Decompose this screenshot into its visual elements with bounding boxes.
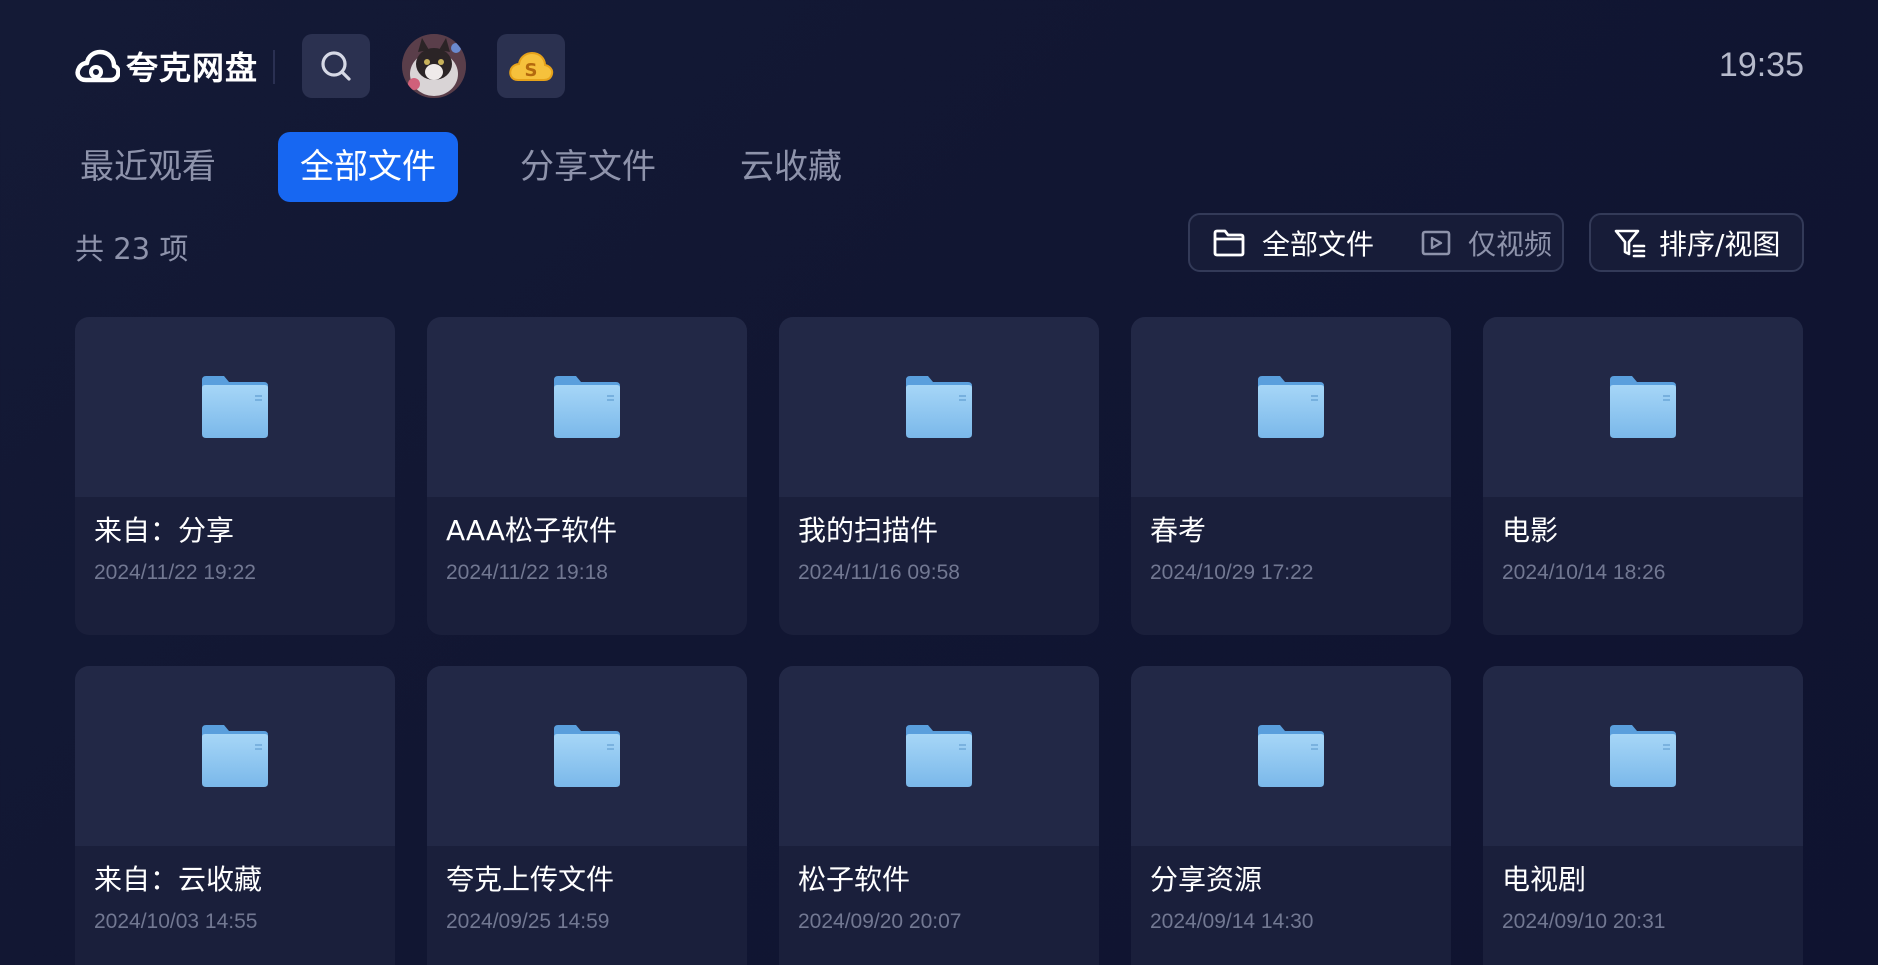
folder-card-3[interactable]: 我的扫描件 2024/11/16 09:58 — [779, 317, 1099, 635]
filter-all-files[interactable]: 全部文件 — [1190, 215, 1408, 270]
folder-icon — [1610, 725, 1676, 787]
file-grid: 来自：分享 2024/11/22 19:22 AAA松子软件 2024/11/2… — [75, 317, 1804, 965]
folder-icon — [906, 725, 972, 787]
folder-date: 2024/11/22 19:18 — [446, 561, 608, 584]
filter-video-label: 仅视频 — [1468, 227, 1553, 261]
folder-card-1[interactable]: 来自：分享 2024/11/22 19:22 — [75, 317, 395, 635]
folder-thumbnail — [779, 666, 1099, 846]
tab-recent[interactable]: 最近观看 — [58, 132, 238, 202]
folder-date: 2024/10/14 18:26 — [1502, 561, 1666, 584]
folder-icon — [906, 376, 972, 438]
folder-card-4[interactable]: 春考 2024/10/29 17:22 — [1131, 317, 1451, 635]
folder-date: 2024/10/03 14:55 — [94, 910, 258, 933]
sort-view-button[interactable]: 排序/视图 — [1589, 213, 1804, 272]
filter-sort-icon — [1614, 229, 1646, 257]
folder-icon — [1258, 725, 1324, 787]
folder-icon — [1258, 376, 1324, 438]
app-name: 夸克网盘 — [126, 49, 259, 87]
folder-thumbnail — [779, 317, 1099, 497]
folder-name: 来自：云收藏 — [94, 863, 263, 896]
folder-outline-icon — [1213, 229, 1245, 256]
app-logo: 夸克网盘 — [74, 44, 258, 88]
folder-thumbnail — [1483, 666, 1803, 846]
folder-card-9[interactable]: 分享资源 2024/09/14 14:30 — [1131, 666, 1451, 965]
cloud-sync-button[interactable]: S — [497, 34, 565, 98]
folder-name: 来自：分享 — [94, 514, 235, 547]
folder-thumbnail — [1131, 317, 1451, 497]
cloud-sync-icon: S — [509, 51, 554, 81]
folder-card-7[interactable]: 夸克上传文件 2024/09/25 14:59 — [427, 666, 747, 965]
folder-date: 2024/10/29 17:22 — [1150, 561, 1314, 584]
folder-card-5[interactable]: 电影 2024/10/14 18:26 — [1483, 317, 1803, 635]
item-count: 共 23 项 — [75, 232, 189, 266]
folder-date: 2024/09/14 14:30 — [1150, 910, 1314, 933]
folder-icon — [202, 725, 268, 787]
folder-name: 电视剧 — [1502, 863, 1587, 896]
folder-date: 2024/11/16 09:58 — [798, 561, 960, 584]
folder-icon — [202, 376, 268, 438]
folder-name: 我的扫描件 — [798, 514, 939, 547]
folder-date: 2024/11/22 19:22 — [94, 561, 256, 584]
video-icon — [1421, 230, 1451, 255]
tab-bar: 最近观看 全部文件 分享文件 云收藏 — [58, 132, 904, 202]
folder-name: 春考 — [1150, 514, 1207, 547]
folder-icon — [554, 725, 620, 787]
folder-thumbnail — [1131, 666, 1451, 846]
sort-view-label: 排序/视图 — [1659, 227, 1781, 261]
search-icon — [321, 51, 351, 81]
folder-date: 2024/09/25 14:59 — [446, 910, 610, 933]
filter-all-files-label: 全部文件 — [1262, 227, 1375, 261]
avatar-image — [402, 34, 466, 98]
folder-name: 夸克上传文件 — [446, 863, 615, 896]
tab-all-files[interactable]: 全部文件 — [278, 132, 458, 202]
folder-date: 2024/09/20 20:07 — [798, 910, 962, 933]
folder-date: 2024/09/10 20:31 — [1502, 910, 1666, 933]
folder-card-6[interactable]: 来自：云收藏 2024/10/03 14:55 — [75, 666, 395, 965]
folder-name: AAA松子软件 — [446, 514, 618, 547]
folder-name: 电影 — [1502, 514, 1559, 547]
folder-thumbnail — [1483, 317, 1803, 497]
filter-video-only[interactable]: 仅视频 — [1408, 215, 1552, 270]
svg-text:S: S — [525, 60, 538, 81]
folder-thumbnail — [75, 317, 395, 497]
file-type-filter: 全部文件 仅视频 — [1188, 213, 1564, 272]
folder-icon — [1610, 376, 1676, 438]
folder-icon — [554, 376, 620, 438]
folder-thumbnail — [427, 317, 747, 497]
user-avatar[interactable] — [402, 34, 466, 98]
search-button[interactable] — [302, 34, 370, 98]
folder-card-8[interactable]: 松子软件 2024/09/20 20:07 — [779, 666, 1099, 965]
clock: 19:35 — [1718, 46, 1804, 84]
folder-name: 松子软件 — [798, 863, 911, 896]
header-divider — [273, 50, 275, 84]
tab-shared-files[interactable]: 分享文件 — [498, 132, 678, 202]
folder-thumbnail — [75, 666, 395, 846]
folder-name: 分享资源 — [1150, 863, 1263, 896]
cloud-logo-icon — [75, 49, 120, 83]
folder-card-10[interactable]: 电视剧 2024/09/10 20:31 — [1483, 666, 1803, 965]
folder-card-2[interactable]: AAA松子软件 2024/11/22 19:18 — [427, 317, 747, 635]
folder-thumbnail — [427, 666, 747, 846]
tab-cloud-favorites[interactable]: 云收藏 — [718, 132, 864, 202]
